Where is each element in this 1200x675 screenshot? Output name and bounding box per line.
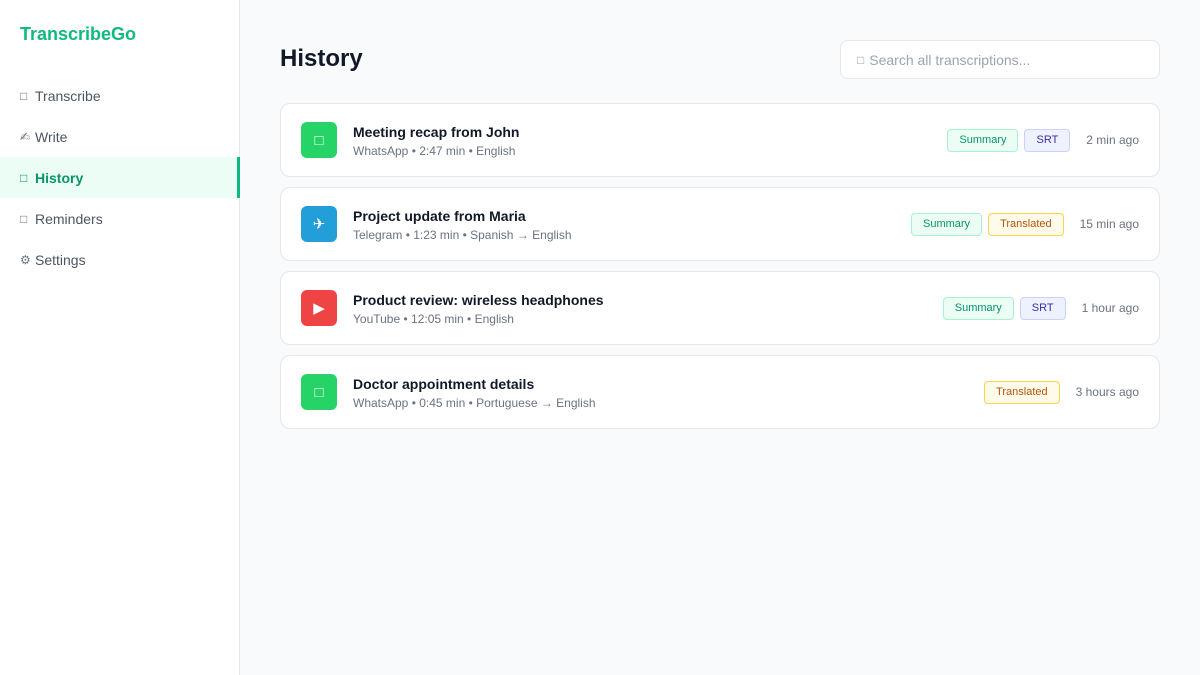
page-title: History <box>280 45 363 72</box>
srt-badge: SRT <box>1024 128 1071 152</box>
timestamp: 3 hours ago <box>1075 385 1139 399</box>
transcription-meta: YouTube • 12:05 min • English <box>353 312 514 326</box>
bell-icon: □ <box>20 211 28 226</box>
sidebar-item-transcribe[interactable]: □ Transcribe <box>0 75 240 116</box>
row-tags: Summary SRT 1 hour ago <box>937 272 1139 344</box>
whatsapp-icon: □ <box>301 122 337 158</box>
pen-icon: ✍ <box>20 129 31 144</box>
sidebar-item-label: Reminders <box>35 210 103 227</box>
app-logo[interactable]: TranscribeGo <box>20 24 136 45</box>
summary-badge: Summary <box>911 212 983 236</box>
whatsapp-icon: □ <box>301 374 337 410</box>
history-icon: □ <box>20 170 28 185</box>
search-input[interactable] <box>869 51 1140 68</box>
transcription-title: Doctor appointment details <box>353 376 535 392</box>
transcription-title: Project update from Maria <box>353 208 526 224</box>
youtube-icon: ▶ <box>301 290 337 326</box>
transcription-row[interactable]: □ Meeting recap from John WhatsApp • 2:47 … <box>280 103 1160 177</box>
transcription-row[interactable]: ▶ Product review: wireless headphones YouT… <box>280 271 1160 345</box>
sidebar-item-label: Settings <box>35 251 86 268</box>
sidebar-nav: □ Transcribe ✍ Write □ History □ Reminders ⚙… <box>0 75 240 280</box>
sidebar-item-reminders[interactable]: □ Reminders <box>0 198 240 239</box>
sidebar-item-label: Transcribe <box>35 87 101 104</box>
telegram-icon: ✈ <box>301 206 337 242</box>
translated-badge: Translated <box>984 380 1060 404</box>
sidebar: TranscribeGo □ Transcribe ✍ Write □ Histor… <box>0 0 240 675</box>
microphone-icon: □ <box>20 88 28 103</box>
transcription-title: Meeting recap from John <box>353 124 520 140</box>
transcription-meta: WhatsApp • 2:47 min • English <box>353 144 516 158</box>
transcription-row[interactable]: □ Doctor appointment details WhatsApp • 0:… <box>280 355 1160 429</box>
summary-badge: Summary <box>947 128 1019 152</box>
sidebar-item-label: History <box>35 169 84 186</box>
transcription-row[interactable]: ✈ Project update from Maria Telegram • 1:2… <box>280 187 1160 261</box>
transcription-meta: WhatsApp • 0:45 min • Portuguese → Engli… <box>353 396 596 410</box>
sidebar-item-history[interactable]: □ History <box>0 157 240 198</box>
translated-badge: Translated <box>988 212 1064 236</box>
sidebar-item-write[interactable]: ✍ Write <box>0 116 240 157</box>
transcription-meta: Telegram • 1:23 min • Spanish → English <box>353 228 572 242</box>
search-box[interactable]: □ <box>840 40 1160 79</box>
row-tags: Translated 3 hours ago <box>978 356 1139 428</box>
search-icon: □ <box>857 52 865 67</box>
sidebar-item-label: Write <box>35 128 68 145</box>
timestamp: 15 min ago <box>1079 217 1139 231</box>
timestamp: 2 min ago <box>1086 133 1139 147</box>
srt-badge: SRT <box>1019 296 1066 320</box>
row-tags: Summary SRT 2 min ago <box>941 104 1139 176</box>
gear-icon: ⚙ <box>20 252 31 267</box>
timestamp: 1 hour ago <box>1081 301 1139 315</box>
row-tags: Summary Translated 15 min ago <box>905 188 1139 260</box>
summary-badge: Summary <box>942 296 1014 320</box>
transcription-title: Product review: wireless headphones <box>353 292 604 308</box>
sidebar-item-settings[interactable]: ⚙ Settings <box>0 239 240 280</box>
transcription-list: □ Meeting recap from John WhatsApp • 2:47 … <box>280 103 1160 439</box>
